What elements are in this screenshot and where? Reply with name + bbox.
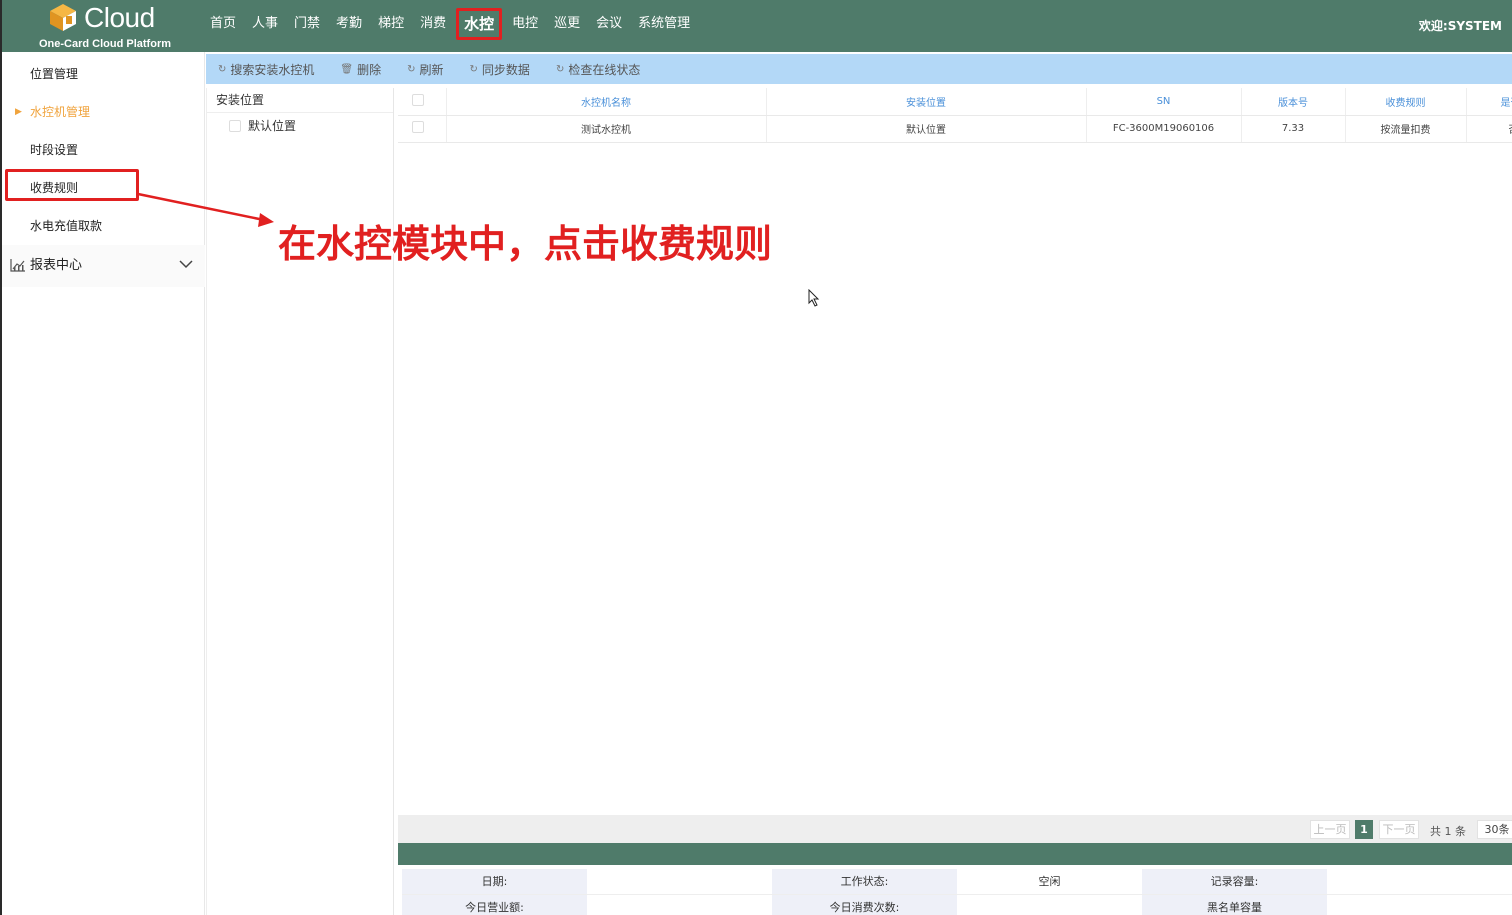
row-checkbox[interactable] bbox=[412, 121, 425, 133]
refresh-button[interactable]: ↻ 刷新 bbox=[407, 61, 443, 78]
detail-label: 记录容量: bbox=[1142, 869, 1327, 894]
sidebar-item-time-period[interactable]: 时段设置 bbox=[2, 131, 205, 169]
refresh-icon: ↻ bbox=[407, 63, 416, 75]
detail-row: 日期: 工作状态: 空闲 记录容量: bbox=[402, 869, 1512, 895]
nav-patrol[interactable]: 巡更 bbox=[546, 1, 588, 47]
column-header[interactable]: 版本号 bbox=[1241, 88, 1346, 116]
sidebar-item-label: 时段设置 bbox=[30, 143, 79, 157]
check-online-button[interactable]: ↻ 检查在线状态 bbox=[556, 61, 640, 78]
prev-page-button[interactable]: 上一页 bbox=[1310, 820, 1350, 839]
button-label: 同步数据 bbox=[481, 62, 530, 77]
cube-logo-icon bbox=[50, 4, 76, 31]
annotation-text: 在水控模块中，点击收费规则 bbox=[278, 222, 773, 266]
delete-button[interactable]: 🗑 删除 bbox=[340, 61, 381, 78]
controller-detail: 日期: 工作状态: 空闲 记录容量: 今日营业额: 今日消费次数: 黑名单容量 bbox=[402, 869, 1512, 915]
column-header[interactable]: 是否 bbox=[1466, 88, 1512, 116]
column-header[interactable]: 安装位置 bbox=[766, 88, 1087, 116]
logo: Cloud One-Card Cloud Platform bbox=[32, 0, 182, 52]
sidebar-group-reports[interactable]: 报表中心 bbox=[2, 245, 205, 287]
tree-node-checkbox[interactable] bbox=[229, 119, 241, 132]
table-cell: 测试水控机 bbox=[446, 115, 767, 143]
mouse-cursor-icon bbox=[808, 289, 820, 307]
nav-personnel[interactable]: 人事 bbox=[244, 1, 286, 47]
detail-label: 今日消费次数: bbox=[772, 895, 957, 915]
table-header-row: 水控机名称 安装位置 SN 版本号 收费规则 是否 bbox=[398, 88, 1512, 116]
chevron-down-icon[interactable] bbox=[179, 259, 193, 269]
button-label: 搜索安装水控机 bbox=[230, 62, 315, 77]
tree-node-default[interactable]: 默认位置 bbox=[229, 117, 296, 134]
nav-water-control[interactable]: 水控 bbox=[456, 8, 503, 40]
search-controller-button[interactable]: ↻ 搜索安装水控机 bbox=[218, 61, 314, 78]
detail-row: 今日营业额: 今日消费次数: 黑名单容量 bbox=[402, 895, 1512, 915]
button-label: 刷新 bbox=[419, 62, 444, 77]
detail-value bbox=[1327, 895, 1512, 915]
caret-right-icon: ▶ bbox=[15, 107, 22, 117]
nav-meeting[interactable]: 会议 bbox=[588, 1, 630, 47]
sidebar-item-recharge[interactable]: 水电充值取款 bbox=[2, 207, 205, 245]
detail-value bbox=[1327, 869, 1512, 894]
detail-value bbox=[587, 895, 772, 915]
nav-home[interactable]: 首页 bbox=[202, 1, 244, 47]
refresh-icon: ↻ bbox=[218, 63, 227, 75]
row-select-cell[interactable] bbox=[398, 115, 447, 143]
detail-label: 工作状态: bbox=[772, 869, 957, 894]
detail-value: 空闲 bbox=[957, 869, 1142, 894]
nav-attendance[interactable]: 考勤 bbox=[328, 1, 370, 47]
table-cell: 默认位置 bbox=[766, 115, 1087, 143]
nav-elevator[interactable]: 梯控 bbox=[370, 1, 412, 47]
detail-value bbox=[587, 869, 772, 894]
chart-icon bbox=[10, 259, 25, 272]
next-page-button[interactable]: 下一页 bbox=[1379, 820, 1419, 839]
detail-label: 黑名单容量 bbox=[1142, 895, 1327, 915]
top-navigation-bar: Cloud One-Card Cloud Platform 首页 人事 门禁 考… bbox=[2, 0, 1512, 52]
sidebar-group-label: 报表中心 bbox=[30, 258, 83, 273]
table-row[interactable]: 测试水控机 默认位置 FC-3600M19060106 7.33 按流量扣费 否 bbox=[398, 115, 1512, 143]
detail-label: 今日营业额: bbox=[402, 895, 587, 915]
column-header[interactable]: 收费规则 bbox=[1345, 88, 1467, 116]
table-cell: 否 bbox=[1466, 115, 1512, 143]
tree-header: 安装位置 bbox=[207, 88, 393, 113]
brand-tagline: One-Card Cloud Platform bbox=[39, 38, 172, 50]
refresh-icon: ↻ bbox=[469, 63, 478, 75]
detail-label: 日期: bbox=[402, 869, 587, 894]
sidebar-item-location[interactable]: 位置管理 bbox=[2, 55, 205, 93]
table-cell: FC-3600M19060106 bbox=[1086, 115, 1242, 143]
nav-system-management[interactable]: 系统管理 bbox=[630, 1, 698, 47]
nav-consumption[interactable]: 消费 bbox=[412, 1, 454, 47]
sidebar: 位置管理 ▶ 水控机管理 时段设置 收费规则 水电充值取款 报表中心 bbox=[2, 52, 205, 915]
table-cell: 按流量扣费 bbox=[1345, 115, 1467, 143]
app-window: Cloud One-Card Cloud Platform 首页 人事 门禁 考… bbox=[2, 0, 1512, 915]
current-page[interactable]: 1 bbox=[1355, 820, 1373, 839]
total-count: 共 1 条 bbox=[1430, 825, 1466, 838]
highlight-box bbox=[5, 169, 139, 201]
controller-table: 水控机名称 安装位置 SN 版本号 收费规则 是否 测试水控机 默认位置 FC-… bbox=[398, 88, 1512, 143]
select-all-checkbox[interactable] bbox=[412, 93, 425, 106]
select-all-cell[interactable] bbox=[398, 88, 447, 116]
column-header[interactable]: SN bbox=[1086, 88, 1242, 116]
sync-data-button[interactable]: ↻ 同步数据 bbox=[470, 61, 530, 78]
tree-node-label: 默认位置 bbox=[248, 119, 297, 133]
sidebar-item-label: 水电充值取款 bbox=[30, 219, 103, 233]
page-size-select[interactable]: 30条 bbox=[1477, 820, 1512, 839]
main-nav: 首页 人事 门禁 考勤 梯控 消费 水控 电控 巡更 会议 系统管理 bbox=[202, 0, 698, 48]
toolbar: ↻ 搜索安装水控机 🗑 删除 ↻ 刷新 ↻ 同步数据 ↻ 检查在线状态 bbox=[206, 54, 1512, 84]
controller-grid: 水控机名称 安装位置 SN 版本号 收费规则 是否 测试水控机 默认位置 FC-… bbox=[398, 88, 1512, 815]
sidebar-item-label: 位置管理 bbox=[30, 67, 79, 81]
nav-power-control[interactable]: 电控 bbox=[504, 1, 546, 47]
nav-access-control[interactable]: 门禁 bbox=[286, 1, 328, 47]
welcome-user[interactable]: 欢迎:SYSTEM bbox=[1419, 17, 1502, 34]
detail-header-bar bbox=[398, 843, 1512, 865]
brand-name: Cloud bbox=[84, 2, 155, 33]
button-label: 删除 bbox=[357, 62, 382, 77]
refresh-icon: ↻ bbox=[555, 63, 565, 75]
trash-icon: 🗑 bbox=[340, 63, 354, 75]
column-header[interactable]: 水控机名称 bbox=[446, 88, 767, 116]
sidebar-item-water-controller[interactable]: ▶ 水控机管理 bbox=[2, 93, 205, 131]
button-label: 检查在线状态 bbox=[568, 62, 641, 77]
detail-value bbox=[957, 895, 1142, 915]
pagination: 上一页 1 下一页 共 1 条 30条 bbox=[398, 815, 1512, 843]
sidebar-item-label: 水控机管理 bbox=[30, 105, 91, 119]
table-cell: 7.33 bbox=[1241, 115, 1346, 143]
